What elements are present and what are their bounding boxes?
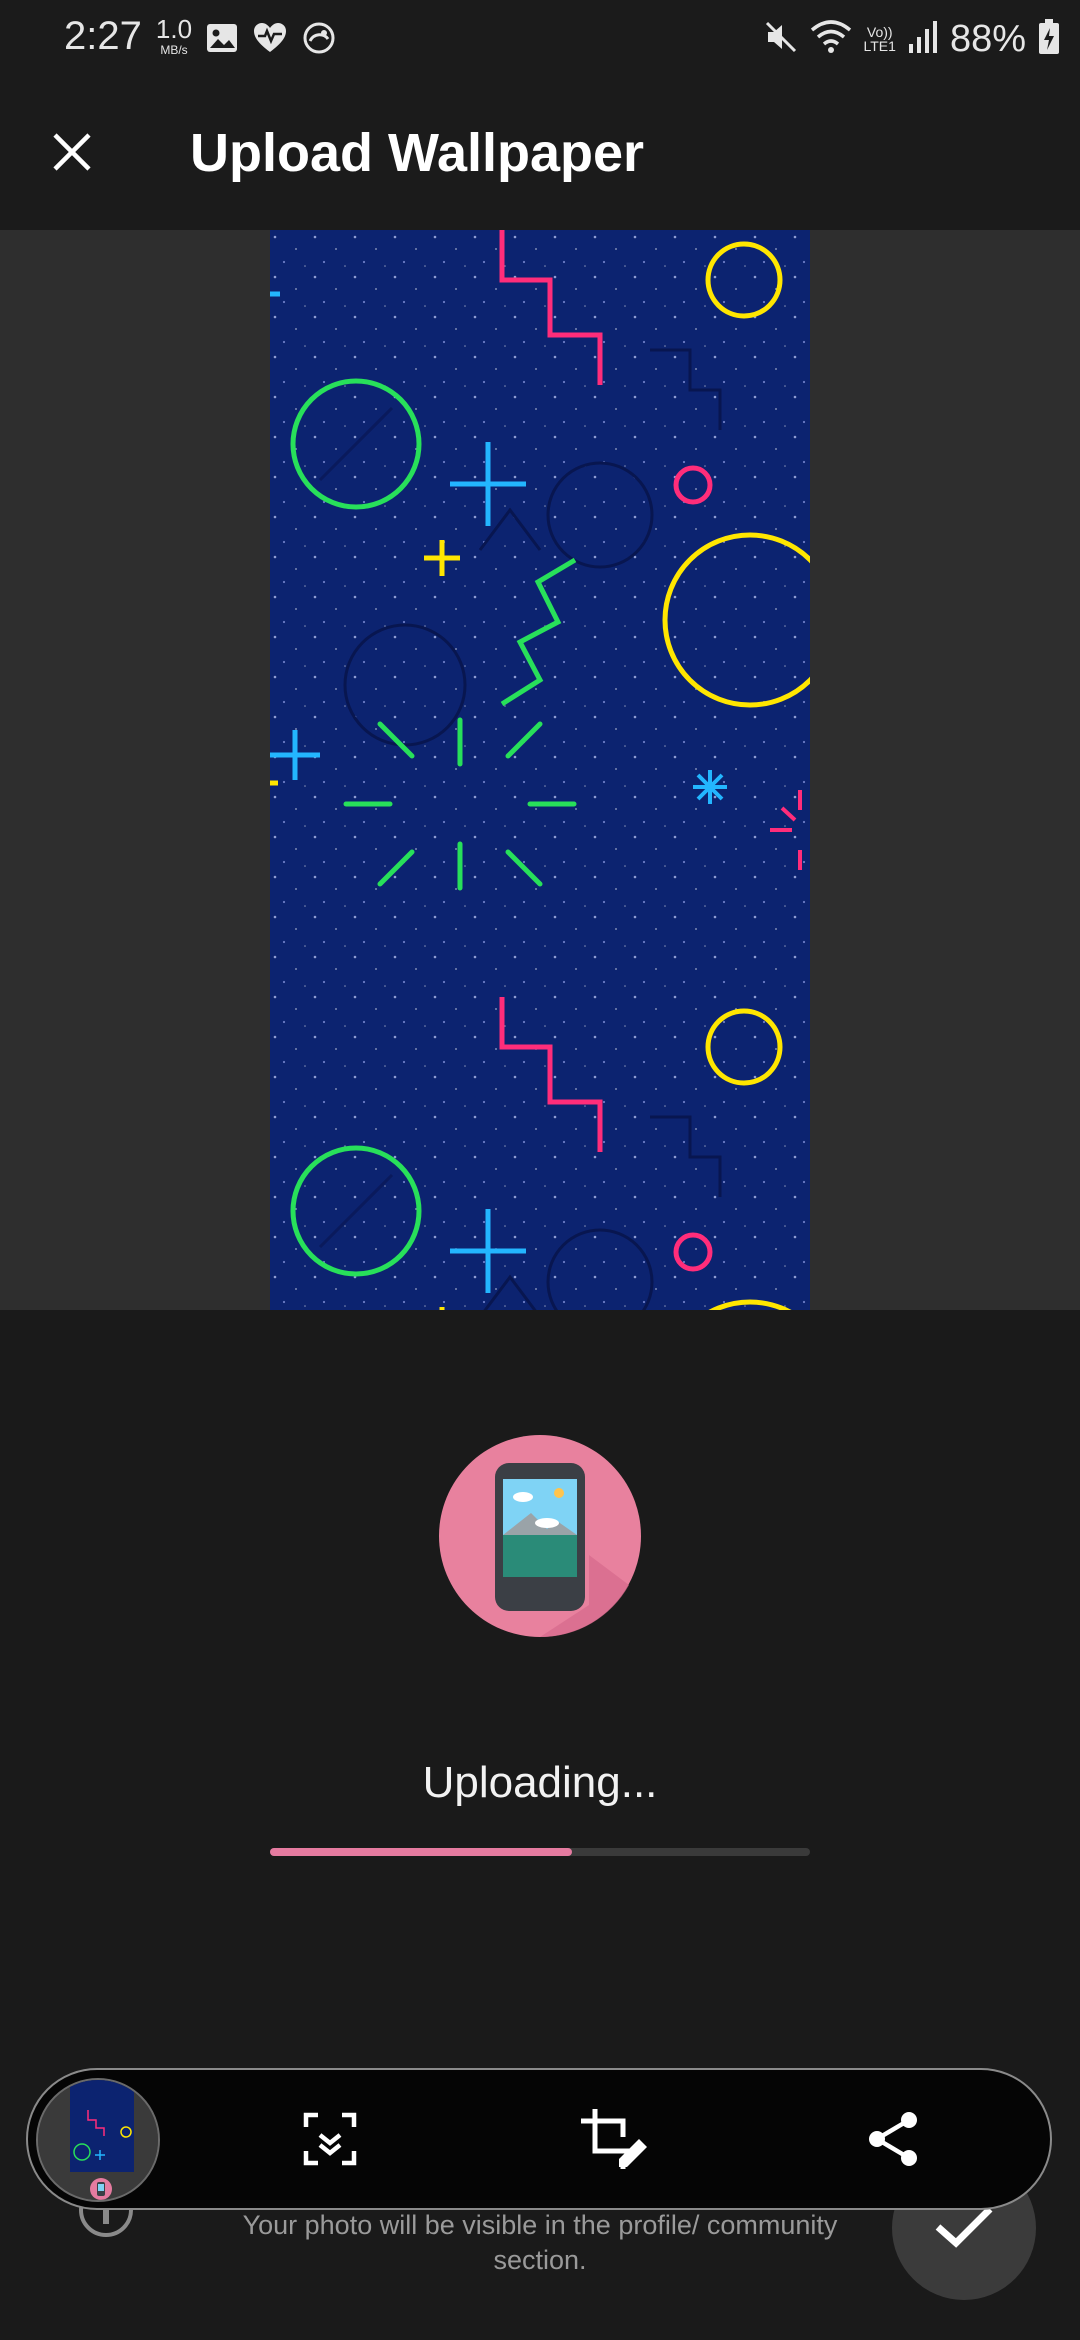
network-type: Vo)) LTE1	[864, 25, 896, 53]
wallpaper-preview[interactable]	[270, 230, 810, 1310]
status-time: 2:27	[64, 14, 142, 58]
status-bar: 2:27 1.0 MB/s Vo)) LTE1 88%	[0, 0, 1080, 78]
network-speed-value: 1.0	[155, 14, 193, 44]
page-title: Upload Wallpaper	[190, 123, 645, 183]
gallery-icon	[206, 23, 238, 58]
heart-pulse-icon	[252, 22, 288, 59]
upload-progress-bar	[270, 1848, 810, 1856]
fit-screen-icon	[302, 2111, 358, 2172]
network-speed-unit: MB/s	[160, 43, 188, 57]
check-icon	[934, 2203, 994, 2254]
crop-edit-button[interactable]	[570, 2096, 660, 2186]
thumbnail-phone-badge	[90, 2178, 112, 2200]
wallpaper-preview-area	[0, 230, 1080, 1310]
close-button[interactable]	[36, 118, 108, 190]
volte-label: Vo))	[866, 24, 893, 40]
app-bar: Upload Wallpaper	[0, 78, 1080, 230]
lte-label: LTE1	[863, 38, 896, 54]
fit-screen-button[interactable]	[285, 2096, 375, 2186]
phone-wallpaper-icon	[439, 1435, 641, 1638]
share-icon	[867, 2111, 919, 2172]
sync-app-icon	[302, 21, 336, 60]
signal-icon	[908, 20, 938, 59]
visibility-note: Your photo will be visible in the profil…	[242, 2210, 838, 2275]
battery-charging-icon	[1038, 18, 1060, 60]
wallpaper-thumbnail[interactable]	[36, 2078, 160, 2202]
battery-percent: 88%	[949, 17, 1026, 60]
crop-edit-icon	[579, 2107, 651, 2176]
mute-icon	[764, 20, 798, 59]
close-icon	[51, 131, 93, 178]
system-icons: Vo)) LTE1 88%	[764, 16, 1061, 62]
wifi-icon	[810, 19, 852, 59]
notification-icons	[206, 20, 336, 60]
network-speed: 1.0 MB/s	[152, 16, 196, 56]
uploading-status: Uploading...	[422, 1758, 658, 1807]
upload-progress-fill	[270, 1848, 573, 1856]
floating-toolbar	[26, 2068, 1052, 2210]
share-button[interactable]	[848, 2096, 938, 2186]
